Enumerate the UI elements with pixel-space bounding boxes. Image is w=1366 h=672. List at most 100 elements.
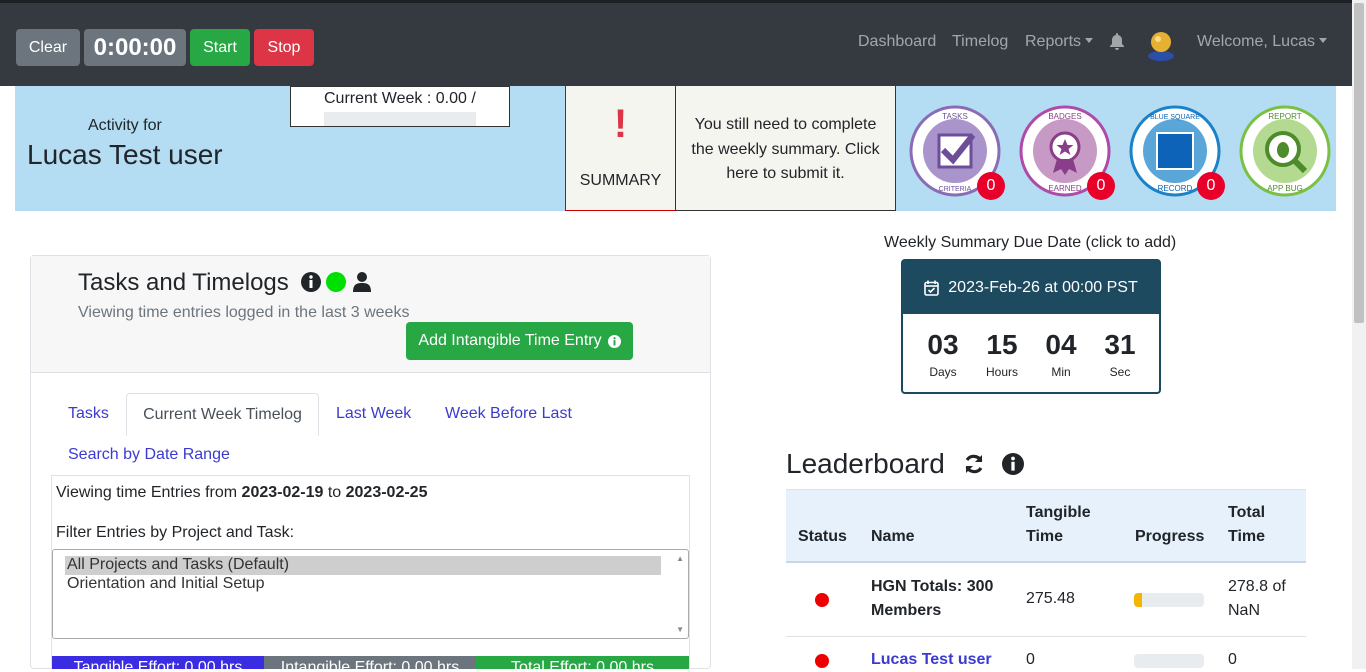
tasks-card-header: Tasks and Timelogs Viewing time entries …: [31, 256, 710, 373]
nav-dashboard-link[interactable]: Dashboard: [858, 33, 936, 51]
leaderboard-progress-fill: [1134, 593, 1143, 607]
filter-label: Filter Entries by Project and Task:: [56, 524, 295, 541]
leaderboard-name-link[interactable]: Lucas Test user: [871, 648, 992, 672]
svg-text:REPORT: REPORT: [1268, 112, 1301, 121]
submit-summary-message[interactable]: You still need to complete the weekly su…: [675, 86, 896, 211]
to-date: 2023-02-25: [345, 484, 428, 501]
leaderboard-title-text: Leaderboard: [786, 448, 945, 479]
user-icon[interactable]: [352, 272, 371, 292]
intangible-effort-bar: Intangible Effort: 0.00 hrs: [264, 656, 476, 669]
col-tangible-time: Tangible Time: [1026, 504, 1091, 545]
info-icon[interactable]: [1002, 453, 1025, 475]
info-icon[interactable]: [301, 272, 322, 292]
user-avatar-icon[interactable]: [1146, 29, 1176, 61]
nav-reports-dropdown[interactable]: Reports: [1025, 33, 1093, 51]
tasks-badge-count: 0: [977, 172, 1005, 200]
list-scroll-down-icon[interactable]: ▼: [676, 625, 684, 634]
col-progress: Progress: [1135, 528, 1205, 545]
tab-last-week[interactable]: Last Week: [336, 405, 411, 423]
summary-label: SUMMARY: [579, 172, 662, 189]
nav-reports-label: Reports: [1025, 33, 1082, 50]
leaderboard-title: Leaderboard: [786, 448, 1025, 480]
project-task-filter-list[interactable]: All Projects and Tasks (Default) Orienta…: [52, 549, 689, 639]
leaderboard-progress-bar: [1134, 593, 1204, 607]
due-date-header: 2023-Feb-26 at 00:00 PST: [903, 261, 1159, 314]
status-indicator: [815, 654, 829, 668]
welcome-user-dropdown[interactable]: Welcome, Lucas: [1197, 33, 1327, 51]
leaderboard-tangible: 275.48: [1026, 590, 1075, 607]
tangible-effort-bar: Tangible Effort: 0.00 hrs: [52, 656, 264, 669]
viewing-range-text: Viewing time Entries from 2023-02-19 to …: [56, 484, 427, 502]
countdown-seconds-label: Sec: [1109, 365, 1131, 379]
countdown-hours-value: 15: [986, 329, 1018, 360]
tasks-card-subtitle: Viewing time entries logged in the last …: [78, 304, 410, 321]
col-name: Name: [871, 528, 915, 545]
timer-display: 0:00:00: [84, 29, 186, 66]
leaderboard-total: 278.8 of NaN: [1228, 578, 1286, 619]
countdown-seconds-value: 31: [1104, 329, 1136, 360]
tasks-card-title: Tasks and Timelogs: [78, 269, 371, 297]
stop-timer-button[interactable]: Stop: [254, 29, 314, 66]
nav-timelog-link[interactable]: Timelog: [952, 33, 1008, 51]
current-week-label: Current Week : 0.00 /: [324, 90, 476, 107]
svg-text:RECORD: RECORD: [1158, 184, 1193, 193]
row-divider: [786, 636, 1306, 637]
tasks-card-title-text: Tasks and Timelogs: [78, 269, 289, 296]
countdown-minutes-label: Min: [1051, 365, 1071, 379]
add-intangible-label: Add Intangible Time Entry: [418, 332, 602, 349]
scrollbar-thumb[interactable]: [1354, 3, 1364, 323]
leaderboard-progress-bar: [1134, 654, 1204, 668]
from-date: 2023-02-19: [241, 484, 324, 501]
status-online-icon: [326, 272, 347, 292]
col-total-time: Total Time: [1228, 504, 1266, 545]
leaderboard-total: 0: [1228, 651, 1237, 668]
countdown-hours-label: Hours: [985, 365, 1018, 379]
svg-text:APP BUG: APP BUG: [1267, 184, 1302, 193]
countdown-minutes: 04 Min: [1036, 329, 1086, 379]
tab-search-date-range[interactable]: Search by Date Range: [68, 446, 230, 464]
to-word: to: [323, 484, 346, 501]
filter-option-all[interactable]: All Projects and Tasks (Default): [65, 556, 661, 575]
filter-option-orientation[interactable]: Orientation and Initial Setup: [65, 575, 661, 594]
countdown-hours: 15 Hours: [977, 329, 1027, 379]
list-scroll-up-icon[interactable]: ▲: [676, 554, 684, 563]
add-intangible-entry-button[interactable]: Add Intangible Time Entry: [406, 322, 633, 360]
profile-user-name: Lucas Test user: [27, 139, 223, 170]
svg-text:TASKS: TASKS: [942, 112, 968, 121]
tab-tasks[interactable]: Tasks: [68, 405, 109, 423]
tab-week-before-last[interactable]: Week Before Last: [445, 405, 572, 423]
col-status: Status: [798, 528, 847, 545]
report-bug-icon: REPORT APP BUG: [1239, 105, 1331, 197]
refresh-icon[interactable]: [963, 453, 985, 475]
start-timer-button[interactable]: Start: [190, 29, 250, 66]
due-date-countdown[interactable]: 2023-Feb-26 at 00:00 PST 03 Days 15 Hour…: [901, 259, 1161, 394]
countdown-minutes-value: 04: [1045, 329, 1077, 360]
countdown-days-label: Days: [929, 365, 957, 379]
summary-alert-box[interactable]: ! SUMMARY: [565, 86, 676, 211]
leaderboard-tangible: 0: [1026, 651, 1035, 668]
svg-text:BADGES: BADGES: [1048, 112, 1081, 121]
current-week-progress: [324, 112, 476, 126]
svg-text:CRITERIA: CRITERIA: [939, 186, 972, 193]
svg-text:BLUE SQUARE: BLUE SQUARE: [1150, 114, 1200, 121]
blue-square-count: 0: [1197, 172, 1225, 200]
current-week-box: Current Week : 0.00 /: [290, 86, 510, 127]
report-bug-badge[interactable]: REPORT APP BUG: [1239, 105, 1331, 197]
due-date-title[interactable]: Weekly Summary Due Date (click to add): [884, 234, 1176, 252]
leaderboard-name: HGN Totals: 300 Members: [871, 578, 994, 619]
calendar-check-icon: [924, 280, 940, 296]
due-date-text: 2023-Feb-26 at 00:00 PST: [948, 278, 1138, 296]
bell-icon[interactable]: [1109, 33, 1125, 51]
clear-timer-button[interactable]: Clear: [16, 29, 80, 66]
total-effort-bar: Total Effort: 0.00 hrs: [476, 656, 689, 669]
countdown-days-value: 03: [927, 329, 959, 360]
status-indicator: [815, 593, 829, 607]
tab-current-week-timelog[interactable]: Current Week Timelog: [126, 393, 319, 436]
top-navbar: Clear 0:00:00 Start Stop Dashboard Timel…: [0, 0, 1352, 86]
welcome-label: Welcome, Lucas: [1197, 33, 1315, 50]
info-icon: [607, 334, 621, 348]
badges-earned-count: 0: [1087, 172, 1115, 200]
activity-for-label: Activity for: [88, 117, 162, 134]
svg-text:EARNED: EARNED: [1048, 184, 1082, 193]
alert-icon: !: [613, 102, 628, 146]
